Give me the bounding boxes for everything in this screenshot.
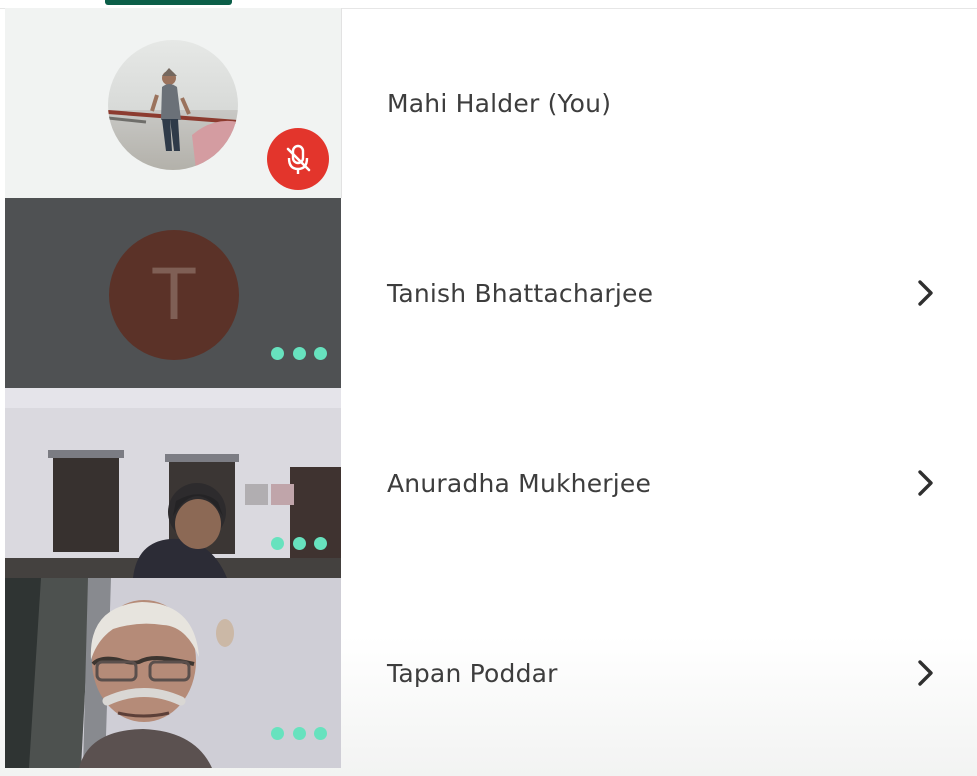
participant-name: Mahi Halder (You) — [387, 88, 612, 118]
more-horizontal-icon-dot — [271, 726, 284, 740]
participants-screen: Mahi Halder (You) T Tanish Bhattacharjee — [0, 0, 977, 776]
more-horizontal-icon-dot — [292, 346, 306, 360]
initial-avatar: T — [109, 230, 239, 360]
participant-tile[interactable]: T — [5, 198, 341, 388]
more-options-button[interactable] — [271, 346, 327, 360]
more-horizontal-icon-dot — [292, 726, 306, 740]
active-tab-indicator — [105, 0, 232, 5]
participant-row-mahi-halder[interactable]: Mahi Halder (You) — [0, 8, 977, 198]
participant-row-anuradha-mukherjee[interactable]: Anuradha Mukherjee — [0, 388, 977, 578]
more-horizontal-icon-dot — [292, 536, 306, 550]
more-horizontal-icon-dot — [314, 536, 327, 550]
more-horizontal-icon-dot — [271, 346, 284, 360]
more-options-button[interactable] — [271, 536, 327, 550]
more-horizontal-icon-dot — [271, 536, 284, 550]
profile-photo-avatar — [108, 40, 238, 170]
participant-row-tapan-poddar[interactable]: Tapan Poddar — [0, 578, 977, 768]
chevron-right-icon[interactable] — [910, 278, 940, 308]
participant-name: Tapan Poddar — [387, 658, 558, 688]
more-horizontal-icon-dot — [314, 346, 327, 360]
chevron-right-icon[interactable] — [910, 658, 940, 688]
participant-tile[interactable] — [5, 578, 341, 768]
chevron-right-icon[interactable] — [910, 468, 940, 498]
participant-row-tanish-bhattacharjee[interactable]: T Tanish Bhattacharjee — [0, 198, 977, 388]
participant-tile[interactable] — [5, 388, 341, 578]
muted-badge — [267, 128, 329, 190]
participant-name: Anuradha Mukherjee — [387, 468, 652, 498]
microphone-off-icon — [286, 144, 311, 174]
more-options-button[interactable] — [271, 726, 327, 740]
participant-list[interactable]: Mahi Halder (You) T Tanish Bhattacharjee — [0, 8, 977, 768]
more-horizontal-icon-dot — [314, 726, 327, 740]
profile-photo-scene — [108, 40, 238, 170]
participant-name: Tanish Bhattacharjee — [387, 278, 654, 308]
participant-tile[interactable] — [5, 8, 342, 198]
